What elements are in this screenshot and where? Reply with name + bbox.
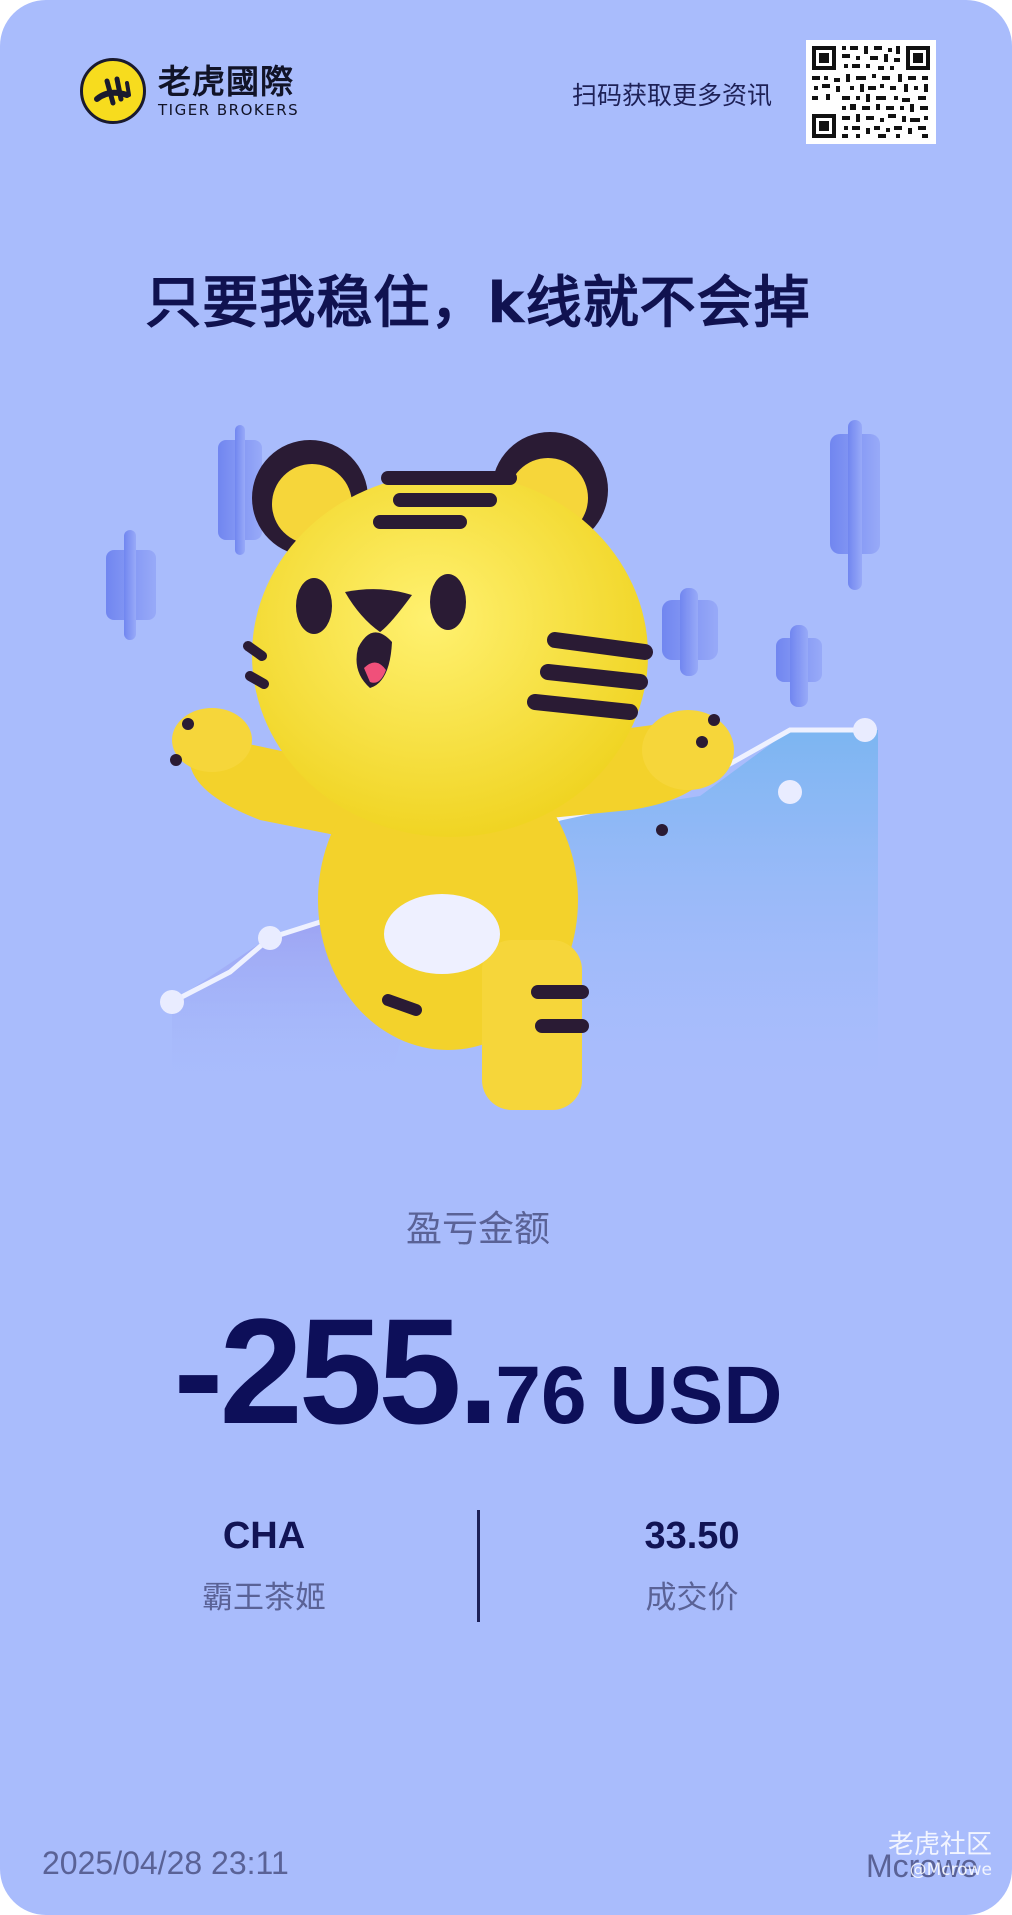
trade-price-label: 成交价 (645, 1580, 739, 1616)
divider (477, 1510, 480, 1622)
brand-name-en: TIGER BROKERS (158, 101, 300, 119)
timestamp: 2025/04/28 23:11 (42, 1845, 289, 1881)
pnl-amount-integer: -255. (173, 1287, 499, 1455)
ticker-column: CHA 霸王茶姬 (114, 1515, 414, 1617)
pnl-label: 盈亏金额 (405, 1209, 550, 1250)
pnl-amount-decimal: 76 USD (495, 1350, 783, 1441)
qr-code-icon[interactable] (806, 40, 936, 144)
brand-name: 老虎國際 (158, 62, 294, 101)
watermark-main: 老虎社区 (887, 1830, 992, 1860)
community-watermark: 老虎社区 @Mcrowe (888, 1830, 992, 1880)
scan-label: 扫码获取更多资讯 (571, 81, 772, 110)
tiger-logo-icon (80, 58, 146, 124)
trade-price: 33.50 (644, 1515, 740, 1557)
price-column: 33.50 成交价 (542, 1515, 842, 1617)
brand: 老虎國際 TIGER BROKERS (80, 58, 299, 124)
tiger-mascot-illustration (90, 420, 890, 1120)
share-card: 老虎國際 TIGER BROKERS 扫码获取更多资讯 只要我稳住，k线就不会掉… (0, 0, 1012, 1915)
ticker-symbol: CHA (222, 1515, 306, 1557)
headline: 只要我稳住，k线就不会掉 (145, 271, 811, 336)
stock-name: 霸王茶姬 (202, 1580, 326, 1616)
watermark-sub: @Mcrowe (909, 1860, 992, 1880)
pnl-amount: -255.76 USD (0, 1285, 956, 1458)
